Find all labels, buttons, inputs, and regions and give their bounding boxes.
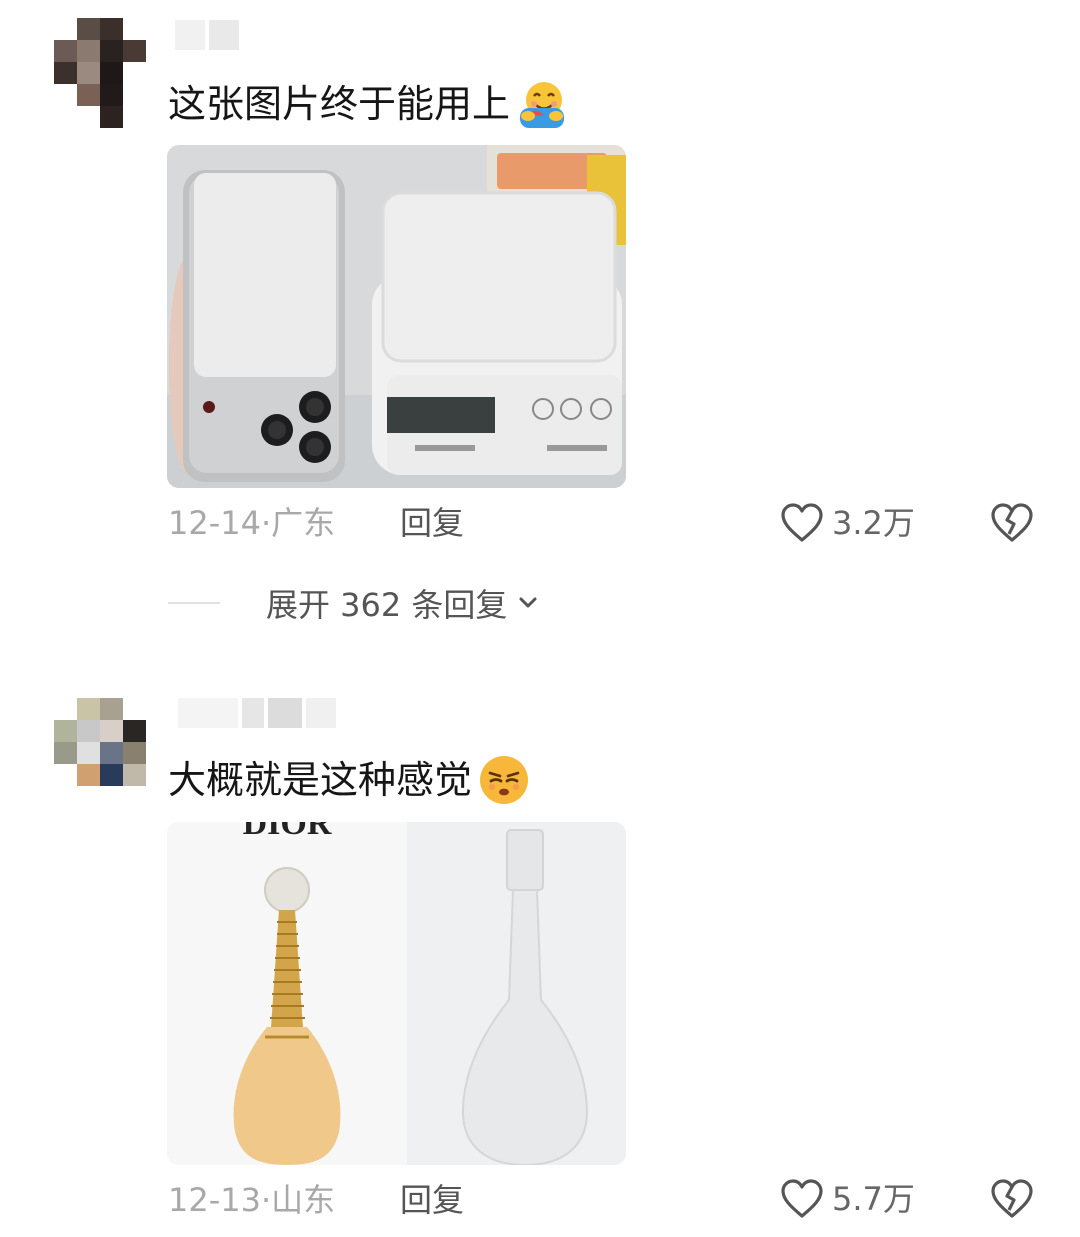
broken-heart-icon[interactable] [990,1176,1034,1220]
comment-location: 山东 [271,1181,336,1219]
avatar[interactable] [54,18,146,128]
reply-button[interactable]: 回复 [400,1180,464,1220]
username-blurred[interactable] [175,20,239,50]
comment-date: 12-14 [168,504,261,542]
expand-replies-button[interactable]: 展开 362 条回复 [168,580,539,626]
comment-image[interactable]: DIOR [167,822,626,1165]
reply-button[interactable]: 回复 [400,503,464,543]
comment-location: 广东 [271,504,336,542]
avatar[interactable] [54,698,146,808]
hug-emoji-icon [520,82,565,128]
phone-vs-kitchen-scale-photo [167,145,626,488]
like-button[interactable]: 3.2万 [780,502,915,544]
expand-replies-label: 展开 362 条回复 [266,586,508,624]
dior-logo-text: DIOR [243,822,332,842]
username-blurred[interactable] [178,698,336,728]
comment-text: 这张图片终于能用上 [168,78,568,130]
like-count: 3.2万 [832,504,915,542]
separator: · [260,504,272,542]
comment-text: 大概就是这种感觉 [168,754,530,806]
heart-icon [781,503,823,542]
like-count: 5.7万 [832,1180,915,1218]
dior-perfume-vs-plastic-bottle-photo: DIOR [167,822,626,1165]
comment-text-content: 这张图片终于能用上 [168,82,511,126]
chevron-down-icon [519,597,537,608]
smug-face-emoji-icon [480,756,529,804]
comment-text-content: 大概就是这种感觉 [168,758,473,802]
like-button[interactable]: 5.7万 [780,1178,915,1220]
separator: · [260,1181,272,1219]
heart-icon [781,1179,823,1218]
comment-image[interactable] [167,145,626,488]
broken-heart-icon[interactable] [990,500,1034,544]
comment-date: 12-13 [168,1181,261,1219]
comment-meta: 12-13·山东 [168,1180,335,1220]
divider-line [168,602,220,604]
comment-meta: 12-14·广东 [168,503,335,543]
